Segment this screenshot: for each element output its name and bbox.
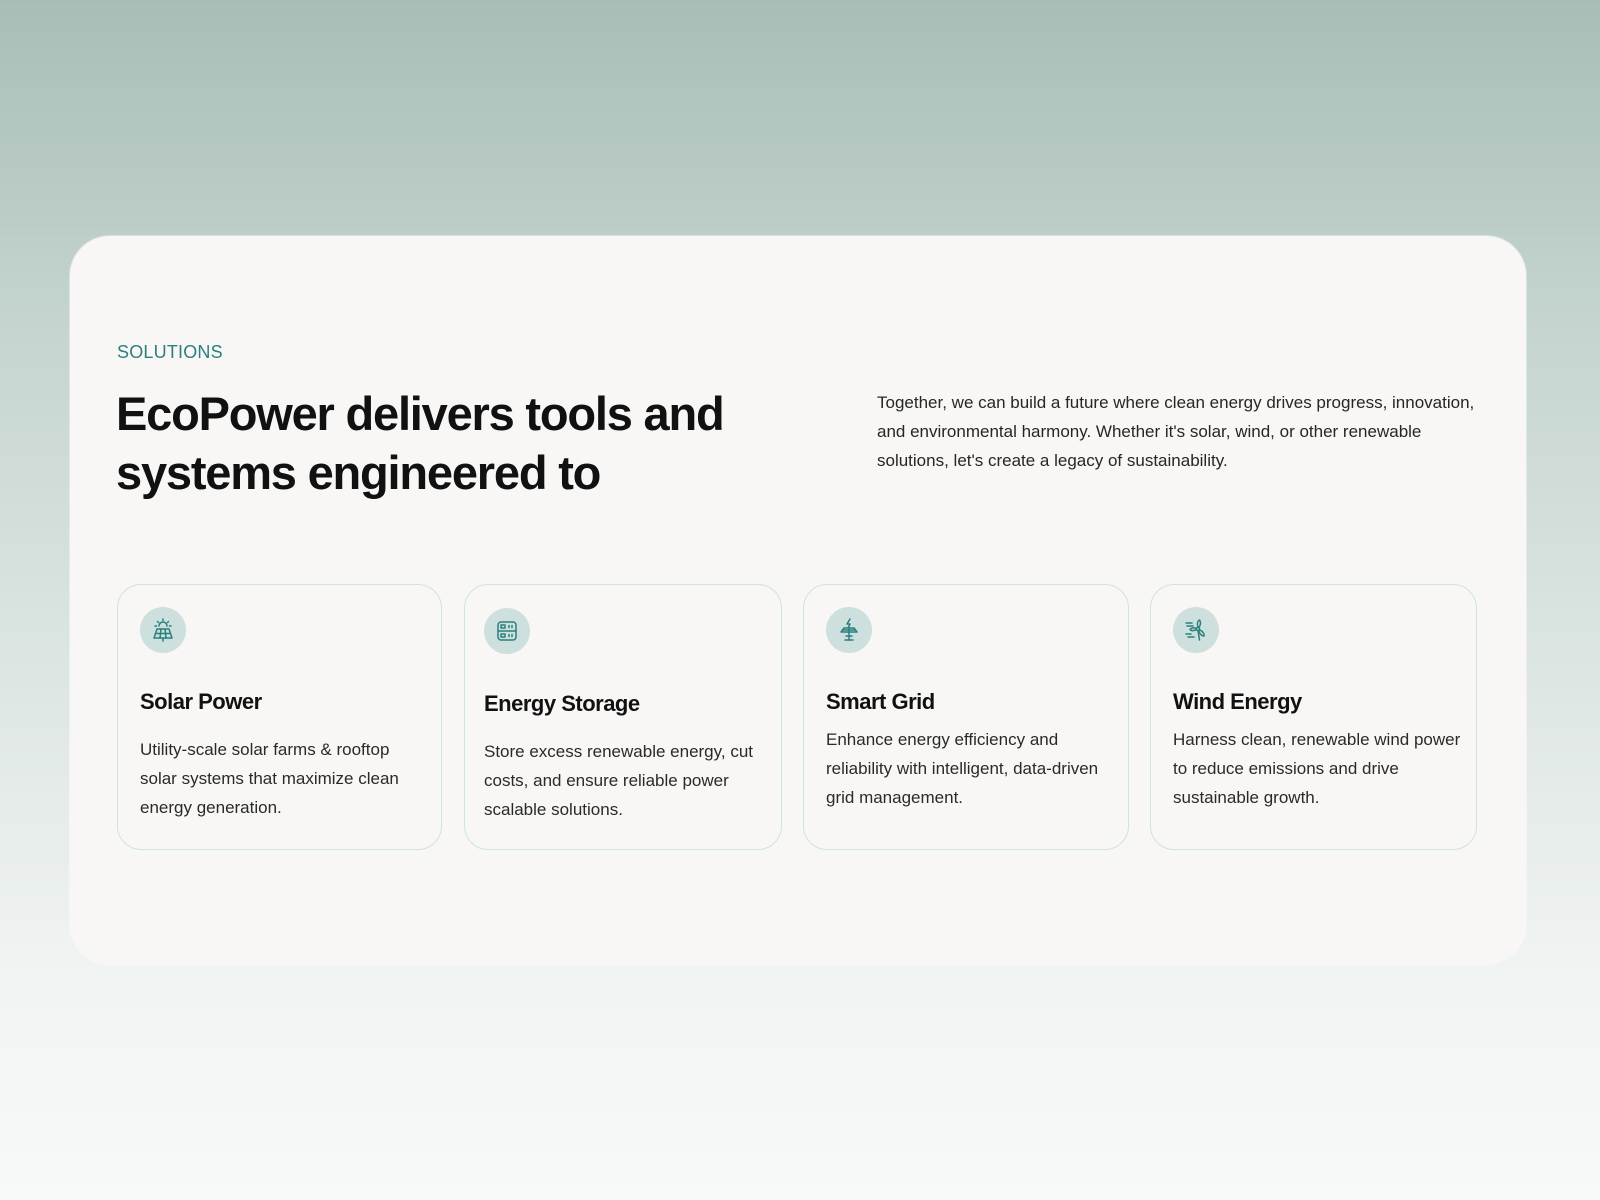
smart-grid-icon [826, 607, 872, 653]
card-title: Energy Storage [484, 691, 640, 716]
section-intro: Together, we can build a future where cl… [877, 393, 1475, 470]
wind-turbine-icon [1173, 607, 1219, 653]
card-description: Utility-scale solar farms & rooftop sola… [140, 740, 399, 817]
battery-storage-icon [484, 608, 530, 654]
section-eyebrow: SOLUTIONS [117, 342, 223, 362]
card-wind-energy[interactable]: Wind Energy Harness clean, renewable win… [1150, 584, 1477, 850]
solar-panel-icon [140, 607, 186, 653]
card-energy-storage[interactable]: Energy Storage Store excess renewable en… [464, 584, 782, 850]
card-description: Enhance energy efficiency and reliabilit… [826, 730, 1099, 807]
card-title: Wind Energy [1173, 689, 1302, 714]
card-description: Store excess renewable energy, cut costs… [484, 742, 753, 819]
section-headline: EcoPower delivers tools and systems engi… [116, 387, 725, 499]
card-title: Smart Grid [826, 689, 935, 714]
card-title: Solar Power [140, 689, 262, 714]
solutions-panel: SOLUTIONS EcoPower delivers tools and sy… [70, 236, 1526, 964]
card-solar-power[interactable]: Solar Power Utility-scale solar farms & … [117, 584, 442, 850]
card-description: Harness clean, renewable wind power to r… [1173, 730, 1461, 807]
card-smart-grid[interactable]: Smart Grid Enhance energy efficiency and… [803, 584, 1129, 850]
